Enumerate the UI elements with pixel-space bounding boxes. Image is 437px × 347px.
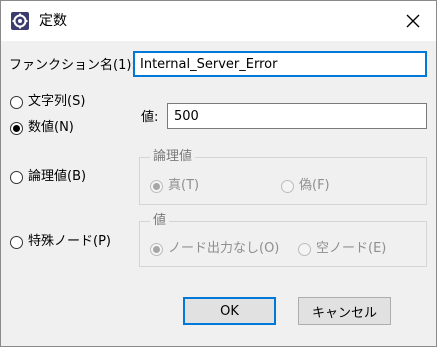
constant-dialog: 定数 ファンクション名(1): 文字列(S) 数値(N) 論理値(B) 特殊ノー… [0, 0, 437, 347]
radio-indicator [10, 170, 23, 184]
radio-indicator [10, 95, 23, 109]
radio-indicator [10, 235, 23, 249]
radio-indicator [298, 242, 311, 256]
logical-group-title: 論理値 [150, 148, 196, 166]
radio-label: ノード出力なし(O) [168, 241, 280, 256]
radio-label: 空ノード(E) [316, 241, 387, 256]
special-group-title: 値 [150, 212, 170, 230]
close-button[interactable] [390, 1, 436, 41]
radio-indicator [150, 179, 163, 193]
radio-indicator [150, 242, 163, 256]
logical-value-group: 論理値 真(T) 偽(F) [139, 148, 427, 205]
radio-indicator [10, 121, 23, 135]
close-icon [406, 14, 420, 28]
dialog-title: 定数 [39, 13, 67, 29]
gear-icon [11, 12, 29, 30]
function-name-input[interactable] [133, 51, 427, 77]
radio-type-logical[interactable]: 論理値(B) [10, 168, 86, 186]
special-node-group: 値 ノード出力なし(O) 空ノード(E) [139, 212, 427, 267]
radio-empty-node[interactable]: 空ノード(E) [298, 240, 386, 258]
value-input[interactable] [167, 103, 427, 129]
radio-indicator [281, 179, 294, 193]
radio-label: 特殊ノード(P) [28, 234, 111, 249]
radio-type-string[interactable]: 文字列(S) [10, 93, 85, 111]
radio-no-node-output[interactable]: ノード出力なし(O) [150, 240, 279, 258]
title-bar: 定数 [1, 1, 436, 41]
radio-true[interactable]: 真(T) [150, 177, 199, 195]
radio-label: 真(T) [168, 178, 200, 193]
cancel-button[interactable]: キャンセル [298, 297, 391, 325]
radio-label: 偽(F) [299, 178, 330, 193]
radio-type-special-node[interactable]: 特殊ノード(P) [10, 233, 111, 251]
radio-label: 論理値(B) [28, 169, 87, 184]
radio-type-number[interactable]: 数値(N) [10, 119, 74, 137]
radio-false[interactable]: 偽(F) [281, 177, 330, 195]
value-label: 値: [141, 110, 159, 125]
radio-label: 文字列(S) [28, 94, 86, 109]
ok-button[interactable]: OK [183, 297, 276, 325]
function-name-label: ファンクション名(1): [9, 58, 136, 73]
radio-label: 数値(N) [28, 120, 74, 135]
